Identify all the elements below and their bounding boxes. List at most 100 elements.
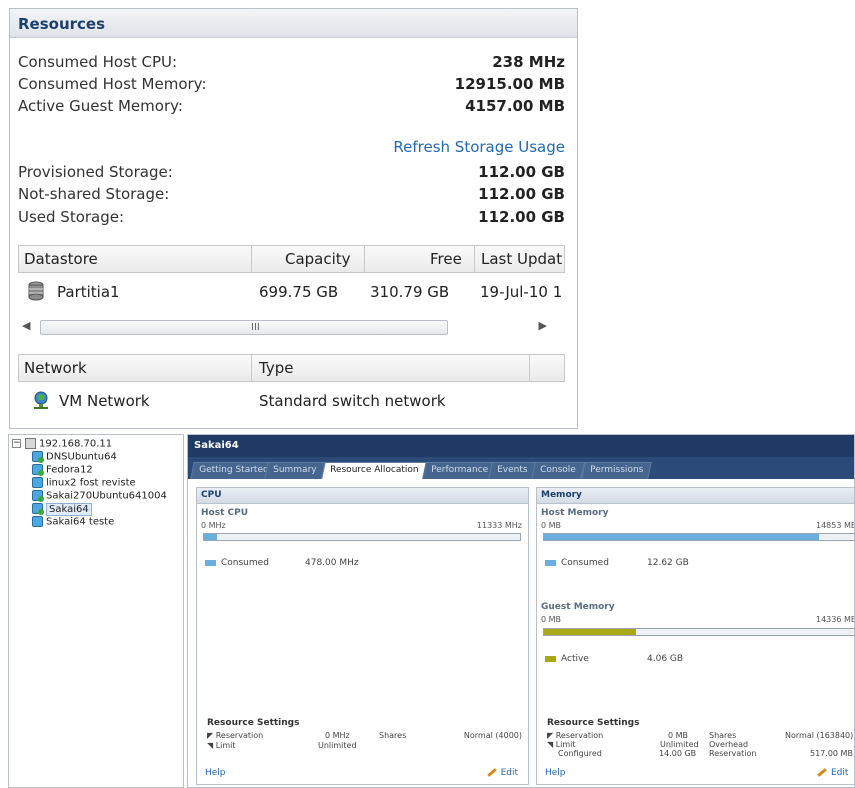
scroll-thumb[interactable]: III: [40, 320, 448, 335]
memory-reservation-value: 0 MB: [668, 731, 689, 740]
resources-header: Resources: [10, 9, 577, 38]
column-header-free[interactable]: Free: [430, 250, 462, 268]
tab-summary[interactable]: Summary: [264, 462, 326, 479]
datastore-last-update: 19-Jul-10 1: [480, 283, 563, 301]
cpu-edit-link[interactable]: Edit: [486, 768, 518, 778]
scroll-right-icon[interactable]: ▶: [539, 319, 547, 332]
table-row[interactable]: Partitia1 699.75 GB 310.79 GB 19-Jul-10 …: [18, 277, 565, 307]
vm-powered-on-icon: [32, 451, 44, 463]
host-memory-fill: [544, 534, 819, 540]
tree-vm-node[interactable]: Sakai64 teste: [32, 516, 114, 529]
row-label: Provisioned Storage:: [18, 163, 173, 181]
vm-icon: [32, 477, 43, 488]
active-swatch: [545, 655, 556, 662]
memory-help-link[interactable]: Help: [545, 768, 566, 778]
network-icon: [32, 390, 50, 414]
scroll-left-icon[interactable]: ◀: [22, 319, 30, 332]
cpu-help-link[interactable]: Help: [205, 768, 226, 778]
memory-limit-label: ◥ Limit: [547, 740, 576, 749]
memory-overhead-reservation-label: Reservation: [709, 749, 757, 758]
datastore-table-header: Datastore Capacity Free Last Updat: [18, 245, 565, 273]
vm-label: Sakai64: [46, 502, 92, 516]
column-header-capacity[interactable]: Capacity: [285, 250, 351, 268]
resources-title: Resources: [18, 15, 106, 33]
cpu-usage-fill: [204, 534, 217, 540]
vm-powered-on-icon: [32, 464, 44, 476]
column-header-network[interactable]: Network: [24, 359, 87, 377]
consumed-swatch: [205, 559, 216, 566]
tab-performance[interactable]: Performance: [422, 462, 497, 479]
cpu-max-label: 11333 MHz: [476, 521, 522, 530]
consumed-swatch: [545, 559, 556, 566]
guest-memory-max: 14336 MB: [816, 615, 855, 624]
row-label: Not-shared Storage:: [18, 185, 170, 203]
memory-reservation-label: ◤ Reservation: [547, 731, 604, 740]
guest-memory-label: Guest Memory: [541, 602, 615, 612]
memory-edit-link[interactable]: Edit: [817, 768, 848, 778]
tree-vm-node[interactable]: linux2 fost reviste: [32, 477, 136, 490]
tree-host-node[interactable]: − 192.168.70.11: [12, 438, 112, 451]
guest-memory-fill: [544, 629, 636, 635]
datastore-icon: [28, 281, 44, 305]
tab-resource-allocation[interactable]: Resource Allocation: [321, 462, 428, 479]
cpu-shares-label: Shares: [379, 731, 407, 740]
tab-events[interactable]: Events: [488, 462, 537, 479]
vm-title: Sakai64: [188, 435, 854, 457]
collapse-icon[interactable]: −: [12, 439, 21, 448]
memory-header: Memory: [537, 488, 854, 504]
active-guest-memory-row: Active Guest Memory: 4157.00 MB: [18, 97, 565, 115]
row-value: 12915.00 MB: [454, 75, 565, 93]
guest-memory-bar: [543, 628, 854, 636]
provisioned-storage-row: Provisioned Storage: 112.00 GB: [18, 163, 565, 181]
row-value: 112.00 GB: [478, 185, 565, 203]
memory-resource-settings-title: Resource Settings: [547, 718, 640, 728]
refresh-storage-usage-link[interactable]: Refresh Storage Usage: [393, 138, 565, 156]
vm-powered-on-icon: [32, 490, 44, 502]
table-row[interactable]: VM Network Standard switch network: [18, 386, 565, 416]
vm-label: Sakai64 teste: [46, 516, 115, 528]
row-value: 112.00 GB: [478, 208, 565, 226]
column-header-datastore[interactable]: Datastore: [24, 250, 98, 268]
cpu-reservation-label: ◤ Reservation: [207, 731, 264, 740]
tree-vm-node-selected[interactable]: Sakai64: [32, 502, 92, 516]
host-memory-min: 0 MB: [541, 521, 562, 530]
memory-pane: Memory Host Memory 0 MB 14853 MB Consume…: [536, 487, 855, 785]
cpu-usage-bar: [203, 533, 521, 541]
row-value: 112.00 GB: [478, 163, 565, 181]
host-icon: [25, 438, 36, 449]
cpu-limit-value: Unlimited: [318, 741, 357, 750]
cpu-min-label: 0 MHz: [201, 521, 226, 530]
used-storage-row: Used Storage: 112.00 GB: [18, 208, 565, 226]
vm-label: Sakai270Ubuntu641004: [46, 490, 167, 502]
cpu-consumed-value: 478.00 MHz: [305, 558, 359, 568]
tree-vm-node[interactable]: Fedora12: [32, 464, 93, 477]
row-label: Active Guest Memory:: [18, 97, 183, 115]
host-memory-max: 14853 MB: [816, 521, 855, 530]
vm-label: Fedora12: [46, 464, 93, 476]
guest-memory-min: 0 MB: [541, 615, 562, 624]
not-shared-storage-row: Not-shared Storage: 112.00 GB: [18, 185, 565, 203]
row-label: Used Storage:: [18, 208, 125, 226]
cpu-reservation-value: 0 MHz: [325, 731, 350, 740]
tab-permissions[interactable]: Permissions: [581, 462, 653, 479]
memory-configured-label: Configured: [558, 749, 602, 758]
network-name: VM Network: [59, 392, 150, 410]
column-header-last-update[interactable]: Last Updat: [481, 250, 562, 268]
tree-vm-node[interactable]: DNSUbuntu64: [32, 451, 117, 464]
datastore-free: 310.79 GB: [370, 283, 450, 301]
column-header-type[interactable]: Type: [259, 359, 293, 377]
tab-bar: Getting Started Summary Resource Allocat…: [188, 457, 854, 479]
memory-active-legend: Active: [545, 654, 589, 664]
cpu-header: CPU: [197, 488, 528, 504]
consumed-host-cpu-row: Consumed Host CPU: 238 MHz: [18, 53, 565, 71]
tab-console[interactable]: Console: [531, 462, 585, 479]
horizontal-scrollbar[interactable]: ◀ III ▶: [22, 317, 565, 337]
network-type: Standard switch network: [259, 392, 446, 410]
memory-shares-label: Shares: [709, 731, 737, 740]
memory-overhead-label: Overhead: [709, 740, 749, 749]
tree-vm-node[interactable]: Sakai270Ubuntu641004: [32, 490, 167, 503]
datastore-capacity: 699.75 GB: [259, 283, 339, 301]
memory-consumed-legend: Consumed: [545, 558, 609, 568]
pencil-icon: [817, 768, 827, 777]
memory-shares-value: Normal (163840): [785, 731, 854, 740]
